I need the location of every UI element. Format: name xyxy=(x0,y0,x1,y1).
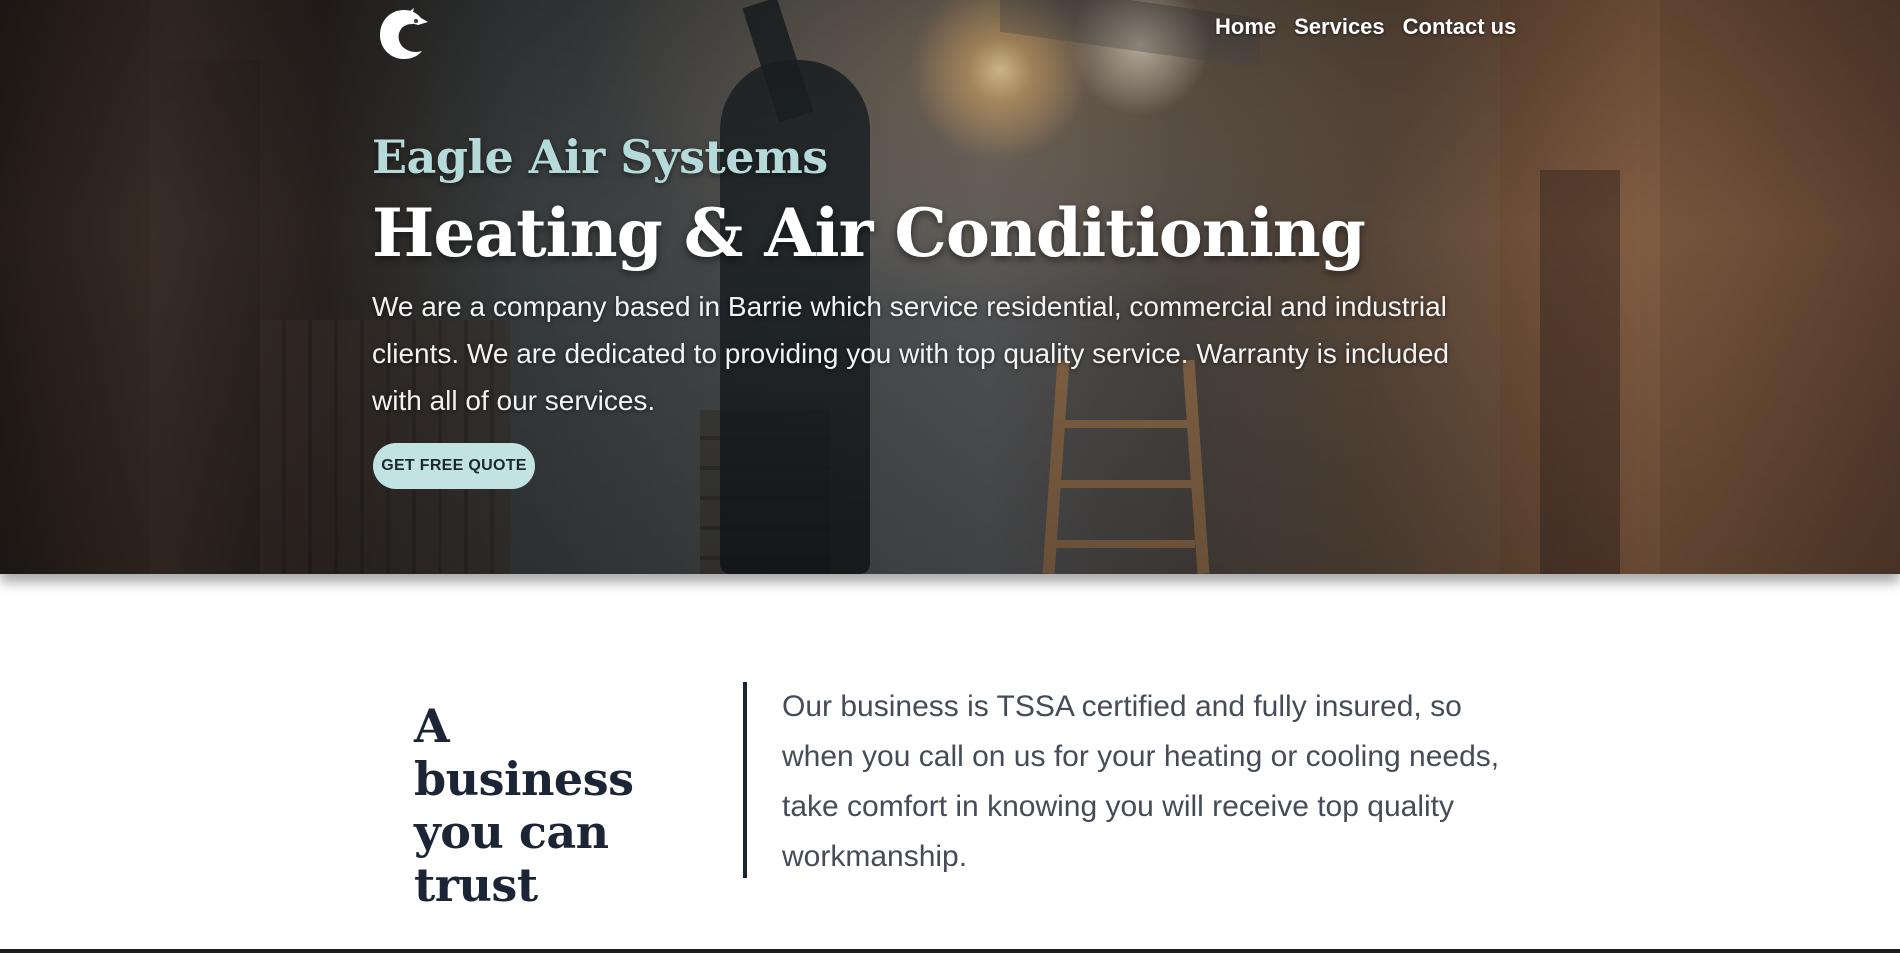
main-nav: Home Services Contact us xyxy=(1215,14,1516,40)
trust-heading: A business you can trust xyxy=(414,699,634,912)
next-section-edge xyxy=(0,949,1900,953)
hero-section: Home Services Contact us Eagle Air Syste… xyxy=(0,0,1900,574)
hero-headline: Heating & Air Conditioning xyxy=(372,194,1366,272)
nav-link-home[interactable]: Home xyxy=(1215,14,1276,40)
get-free-quote-button[interactable]: GET FREE QUOTE xyxy=(373,443,535,489)
nav-link-services[interactable]: Services xyxy=(1294,14,1385,40)
brand-name: Eagle Air Systems xyxy=(372,130,828,184)
hero-intro-text: We are a company based in Barrie which s… xyxy=(372,291,1449,416)
eagle-head-icon xyxy=(380,8,428,59)
nav-link-contact[interactable]: Contact us xyxy=(1403,14,1517,40)
eagle-logo-icon[interactable] xyxy=(376,6,432,62)
trust-body-text: Our business is TSSA certified and fully… xyxy=(782,690,1500,873)
trust-divider xyxy=(743,682,747,878)
